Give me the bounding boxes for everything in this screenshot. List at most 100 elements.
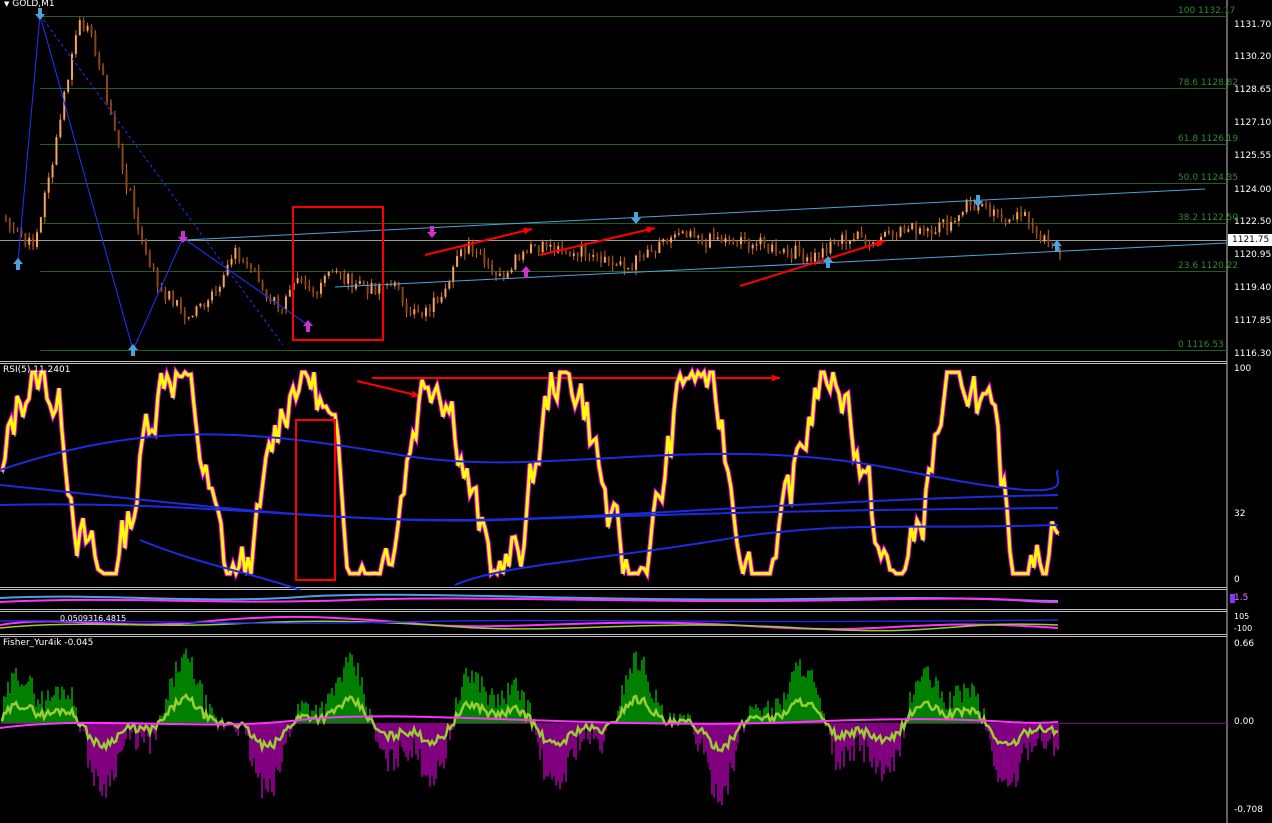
fib-level-label: 100 1132.17 (1178, 5, 1236, 16)
price-axis-tick: 1119.40 (1234, 282, 1272, 293)
candle-body (397, 282, 400, 288)
candle-body (261, 282, 264, 290)
candle-body (141, 229, 144, 239)
candle-body (74, 35, 77, 54)
candle-body (487, 263, 490, 265)
candle-body (491, 264, 494, 272)
candle-body (1039, 233, 1042, 242)
candle-body (176, 300, 179, 306)
candle-body (253, 268, 256, 270)
candle-body (106, 74, 109, 103)
mid2-panel-label: 0.0509316.4815 (60, 614, 127, 623)
up-arrow-icon (521, 266, 531, 278)
price-axis-tick: 1122.50 (1234, 216, 1272, 227)
candle-body (156, 269, 159, 287)
candle-body (926, 228, 929, 231)
candle-body (1043, 235, 1046, 242)
candle-body (479, 252, 482, 254)
candle-body (821, 248, 824, 258)
candle-body (413, 309, 416, 315)
candle-body (790, 253, 793, 259)
candle-body (168, 290, 171, 300)
candle-body (899, 226, 902, 237)
chart-symbol-title[interactable]: ▼ GOLD,M1 (4, 0, 55, 9)
candle-body (903, 226, 906, 232)
candle-body (16, 229, 19, 231)
candle-body (1004, 218, 1007, 223)
candle-body (129, 189, 132, 191)
down-arrow-icon (631, 212, 641, 224)
candle-body (24, 233, 27, 245)
candle-body (246, 261, 249, 265)
candle-body (627, 268, 630, 270)
candle-body (588, 256, 591, 258)
candle-body (522, 251, 525, 260)
candle-body (117, 130, 120, 147)
candle-body (335, 271, 338, 273)
candle-body (786, 248, 789, 254)
candle-body (794, 245, 797, 259)
candle-body (825, 248, 828, 254)
zigzag-line (17, 14, 309, 352)
zigzag-dashed-line (39, 14, 284, 346)
candle-body (366, 285, 369, 294)
candle-body (619, 261, 622, 265)
rsi-axis-mid: 32 (1234, 509, 1246, 519)
candle-body (440, 296, 443, 303)
candle-body (518, 254, 521, 260)
candle-body (67, 79, 70, 92)
candle-body (90, 25, 93, 34)
candle-body (907, 229, 910, 232)
candle-body (810, 257, 813, 262)
candle-body (654, 251, 657, 254)
candle-body (837, 243, 840, 245)
candle-body (565, 251, 568, 253)
rsi-axis-bottom: 0 (1234, 575, 1240, 585)
candle-body (953, 221, 956, 223)
candle-body (530, 244, 532, 253)
candle-body (833, 241, 836, 244)
candle-body (242, 260, 245, 262)
candle-body (249, 264, 252, 269)
fisher-axis-mid: 0.00 (1234, 717, 1255, 727)
candle-body (845, 234, 848, 244)
chart-canvas[interactable] (0, 0, 1272, 823)
candle-body (705, 242, 708, 248)
candle-body (32, 237, 35, 247)
candle-body (86, 25, 89, 31)
candle-body (8, 218, 11, 229)
candle-body (728, 238, 731, 240)
candle-body (720, 237, 723, 243)
candle-body (179, 300, 182, 311)
trend-arrow (539, 227, 656, 256)
fib-level-label: 0 1116.53 (1178, 339, 1224, 350)
price-axis-tick: 1120.95 (1234, 249, 1272, 260)
candle-body (59, 119, 62, 138)
candle-body (771, 244, 774, 252)
candle-body (444, 288, 447, 297)
dropdown-triangle-icon[interactable]: ▼ (4, 0, 9, 8)
fibonacci-levels (0, 16, 1227, 351)
candle-body (203, 303, 206, 308)
candle-body (164, 291, 167, 300)
candle-body (806, 257, 809, 262)
mid2-axis-top: 105 (1234, 612, 1250, 621)
candle-body (1047, 235, 1050, 244)
candle-body (152, 267, 155, 270)
candle-body (452, 266, 455, 283)
candle-body (327, 271, 330, 276)
candle-body (592, 255, 595, 257)
candle-body (996, 209, 999, 214)
candle-body (514, 254, 517, 270)
candle-body (432, 297, 435, 313)
candle-body (798, 245, 801, 254)
candle-body (463, 249, 466, 254)
candle-body (211, 291, 214, 301)
candle-body (973, 205, 976, 211)
candle-body (918, 228, 921, 234)
candle-body (98, 55, 101, 67)
candle-body (631, 268, 634, 270)
trend-arrow (739, 240, 886, 287)
candle-body (199, 303, 202, 307)
candle-body (417, 309, 420, 313)
